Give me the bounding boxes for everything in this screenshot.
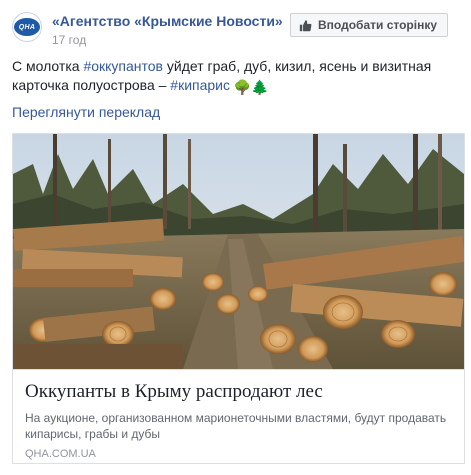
avatar-logo-text: QHA xyxy=(18,23,36,31)
forest-logging-photo[interactable] xyxy=(13,134,464,369)
link-domain: QHA.COM.UA xyxy=(25,448,96,460)
thumbs-up-icon xyxy=(299,19,312,31)
logging-photo-illustration xyxy=(13,134,464,369)
see-translation-link[interactable]: Переглянути переклад xyxy=(12,104,160,120)
post-text-part: С молотка xyxy=(12,58,84,74)
post-message: С молотка #оккупантов уйдет граб, дуб, к… xyxy=(12,57,459,97)
tree-emoji: 🌳🌲 xyxy=(233,79,269,95)
post-timestamp[interactable]: 17 год xyxy=(52,33,86,47)
like-page-button[interactable]: Вподобати сторінку xyxy=(290,13,448,37)
page-name-link[interactable]: «Агентство «Крымские Новости» xyxy=(52,13,283,29)
link-description: На аукционе, организованном марионеточны… xyxy=(25,411,447,441)
link-preview-text[interactable]: Оккупанты в Крыму распродают лес На аукц… xyxy=(13,369,464,463)
like-page-label: Вподобати сторінку xyxy=(318,18,438,32)
facebook-post: QHA «Агентство «Крымские Новости» 17 год… xyxy=(0,0,471,475)
page-avatar[interactable]: QHA xyxy=(12,12,42,42)
hashtag-occupants[interactable]: #оккупантов xyxy=(83,58,163,74)
qha-logo: QHA xyxy=(14,18,40,36)
link-preview-card[interactable]: Оккупанты в Крыму распродают лес На аукц… xyxy=(12,133,465,464)
hashtag-cypress[interactable]: #кипарис xyxy=(170,77,230,93)
link-title[interactable]: Оккупанты в Крыму распродают лес xyxy=(25,380,452,404)
